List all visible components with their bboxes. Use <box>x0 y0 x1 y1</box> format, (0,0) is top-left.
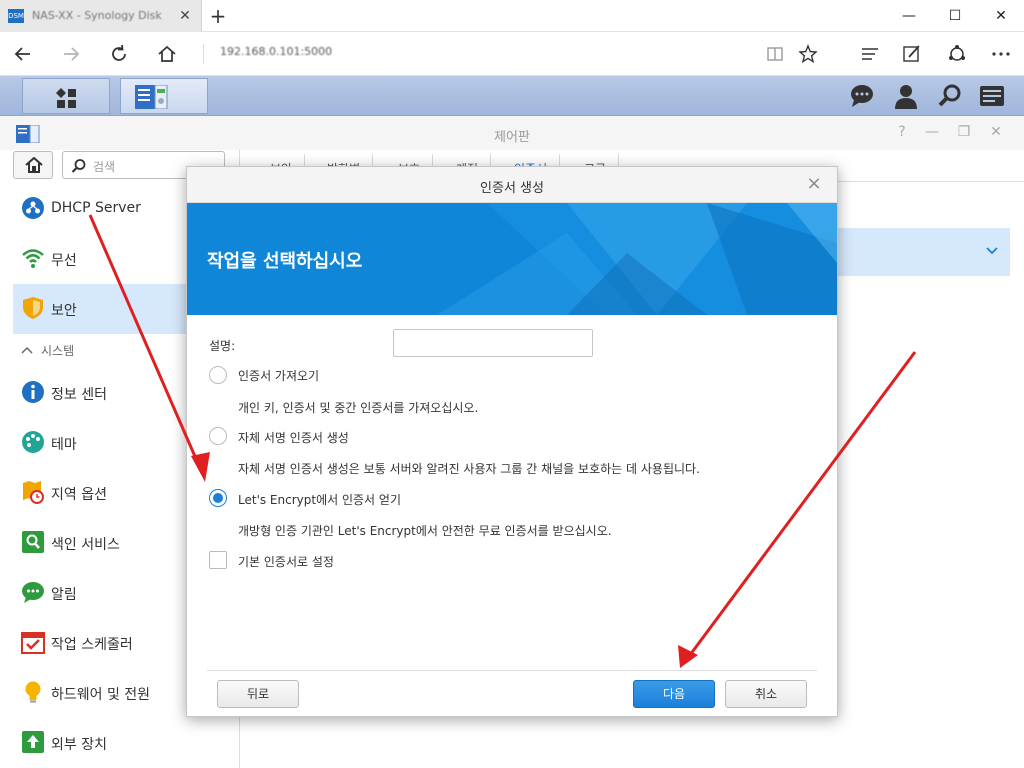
sidebar-item-label: 작업 스케줄러 <box>51 637 133 653</box>
sidebar-item-label: 테마 <box>51 437 77 453</box>
default-certificate-checkbox[interactable] <box>209 551 227 569</box>
hub-icon[interactable] <box>855 39 885 69</box>
wireless-icon <box>22 249 44 268</box>
external-device-icon <box>22 731 44 753</box>
help-icon[interactable]: ? <box>894 124 910 140</box>
address-separator <box>203 44 204 64</box>
sidebar-item-label: 정보 센터 <box>51 387 107 403</box>
dialog-titlebar: 인증서 생성 × <box>187 167 837 203</box>
sidebar-item-label: 외부 장치 <box>51 737 107 753</box>
search-icon <box>71 159 86 173</box>
close-panel-icon[interactable]: ✕ <box>988 124 1004 140</box>
minimize-panel-icon[interactable]: — <box>924 124 940 140</box>
notification-chat-icon <box>22 582 44 603</box>
back-arrow-icon[interactable] <box>8 39 38 69</box>
chat-icon[interactable] <box>848 82 876 110</box>
default-certificate-label: 기본 인증서로 설정 <box>238 555 334 569</box>
option-lets-encrypt-label: Let's Encrypt에서 인증서 얻기 <box>238 493 401 507</box>
main-menu-icon <box>56 88 76 108</box>
browser-navbar: 192.168.0.101:5000 <box>0 32 1024 76</box>
control-panel-header: 제어판 ? — ❐ ✕ <box>0 116 1024 150</box>
option-import-label: 인증서 가져오기 <box>238 369 320 383</box>
close-window-button[interactable]: ✕ <box>978 0 1024 32</box>
favorite-star-icon[interactable] <box>793 39 823 69</box>
restore-panel-icon[interactable]: ❐ <box>956 124 972 140</box>
sidebar-item-label: 하드웨어 및 전원 <box>51 687 151 703</box>
sidebar-item-external-devices[interactable]: 외부 장치 <box>13 718 240 768</box>
region-clock-icon <box>23 481 44 504</box>
theme-palette-icon <box>22 431 44 453</box>
dialog-heading: 작업을 선택하십시오 <box>207 251 363 272</box>
dsm-tab-icon: DSM <box>8 9 24 23</box>
option-self-signed-description: 자체 서명 인증서 생성은 보통 서버와 알려진 사용자 그룹 간 채널을 보호… <box>238 462 700 476</box>
radio-self-signed[interactable] <box>209 427 227 445</box>
calendar-check-icon <box>21 632 45 654</box>
control-panel-icon <box>135 85 168 109</box>
option-self-signed-label: 자체 서명 인증서 생성 <box>238 431 349 445</box>
sidebar-item-label: 알림 <box>51 587 77 603</box>
sidebar-item-label: DHCP Server <box>51 200 141 216</box>
control-panel-taskbar-button[interactable] <box>120 78 208 114</box>
description-label: 설명: <box>209 339 236 353</box>
dhcp-icon <box>22 197 44 219</box>
section-label: 시스템 <box>41 344 75 358</box>
sidebar-home-button[interactable] <box>13 151 53 179</box>
info-icon <box>22 381 44 403</box>
more-options-icon[interactable] <box>986 39 1016 69</box>
next-button[interactable]: 다음 <box>633 680 715 708</box>
sidebar-item-label: 보안 <box>51 303 77 319</box>
sidebar-item-label: 지역 옵션 <box>51 487 107 503</box>
search-placeholder: 검색 <box>93 160 116 174</box>
search-icon[interactable] <box>936 82 964 110</box>
share-icon[interactable] <box>942 39 972 69</box>
sidebar-item-label: 색인 서비스 <box>51 537 120 553</box>
control-panel-title: 제어판 <box>494 130 530 145</box>
web-note-icon[interactable] <box>897 39 927 69</box>
sidebar-item-label: 무선 <box>51 253 77 269</box>
home-icon <box>25 157 43 173</box>
cancel-button[interactable]: 취소 <box>725 680 807 708</box>
reading-view-icon[interactable] <box>760 39 790 69</box>
browser-titlebar: DSM NAS-XX - Synology DiskStation ✕ + — … <box>0 0 1024 32</box>
tab-title: NAS-XX - Synology DiskStation <box>32 9 162 22</box>
lightbulb-icon <box>25 681 41 703</box>
refresh-icon[interactable] <box>104 39 134 69</box>
user-icon[interactable] <box>892 82 920 110</box>
browser-tab[interactable]: DSM NAS-XX - Synology DiskStation ✕ <box>0 0 202 32</box>
main-menu-button[interactable] <box>22 78 110 114</box>
new-tab-icon[interactable]: + <box>208 6 228 26</box>
option-import-description: 개인 키, 인증서 및 중간 인증서를 가져오십시오. <box>238 401 479 415</box>
description-input[interactable] <box>393 329 593 357</box>
shield-icon <box>23 297 43 319</box>
dialog-title: 인증서 생성 <box>480 181 544 196</box>
maximize-button[interactable]: ☐ <box>932 0 978 32</box>
index-search-icon <box>22 531 44 553</box>
chevron-down-icon <box>986 247 998 255</box>
minimize-button[interactable]: — <box>886 0 932 32</box>
dialog-banner: 작업을 선택하십시오 <box>187 203 837 315</box>
option-lets-encrypt-description: 개방형 인증 기관인 Let's Encrypt에서 안전한 무료 인증서를 받… <box>238 524 612 538</box>
back-button[interactable]: 뒤로 <box>217 680 299 708</box>
create-certificate-dialog: 인증서 생성 × 작업을 선택하십시오 설명: 인증서 가져오기 개인 키, 인… <box>186 166 838 717</box>
radio-lets-encrypt[interactable] <box>209 489 227 507</box>
forward-arrow-icon[interactable] <box>56 39 86 69</box>
chevron-up-icon <box>21 346 33 354</box>
dialog-divider <box>207 670 817 671</box>
address-bar[interactable]: 192.168.0.101:5000 <box>220 45 332 58</box>
dsm-taskbar <box>0 76 1024 116</box>
widgets-icon[interactable] <box>978 82 1006 110</box>
dialog-close-icon[interactable]: × <box>805 175 823 193</box>
radio-import-certificate[interactable] <box>209 366 227 384</box>
home-icon[interactable] <box>152 39 182 69</box>
tab-close-icon[interactable]: ✕ <box>176 7 194 25</box>
